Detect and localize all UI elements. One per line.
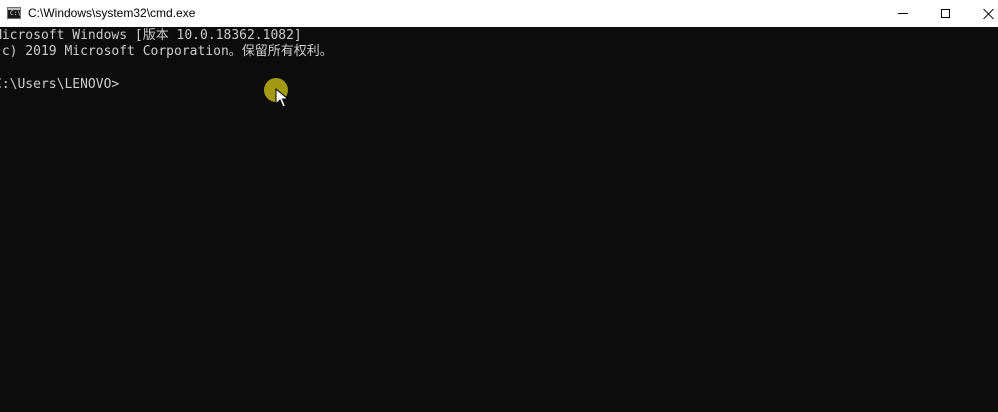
console-line-version: Microsoft Windows [版本 10.0.18362.1082] — [0, 28, 302, 43]
console-line-copyright: (c) 2019 Microsoft Corporation。保留所有权利。 — [0, 44, 333, 59]
cmd-icon-prompt: C:\ — [10, 10, 21, 17]
close-icon — [983, 8, 995, 20]
maximize-icon — [940, 9, 950, 18]
minimize-icon — [898, 13, 908, 14]
cmd-icon[interactable]: C:\ — [7, 7, 21, 19]
cmd-window: C:\ C:\Windows\system32\cmd.exe Microsof… — [0, 0, 998, 412]
close-button[interactable] — [966, 0, 998, 27]
mouse-pointer-icon — [275, 88, 289, 108]
window-title: C:\Windows\system32\cmd.exe — [28, 6, 196, 20]
title-bar[interactable]: C:\ C:\Windows\system32\cmd.exe — [0, 0, 998, 27]
console-area[interactable]: Microsoft Windows [版本 10.0.18362.1082] (… — [0, 27, 998, 412]
console-prompt[interactable]: C:\Users\LENOVO> — [0, 77, 119, 93]
minimize-button[interactable] — [880, 0, 926, 27]
maximize-button[interactable] — [922, 0, 968, 27]
